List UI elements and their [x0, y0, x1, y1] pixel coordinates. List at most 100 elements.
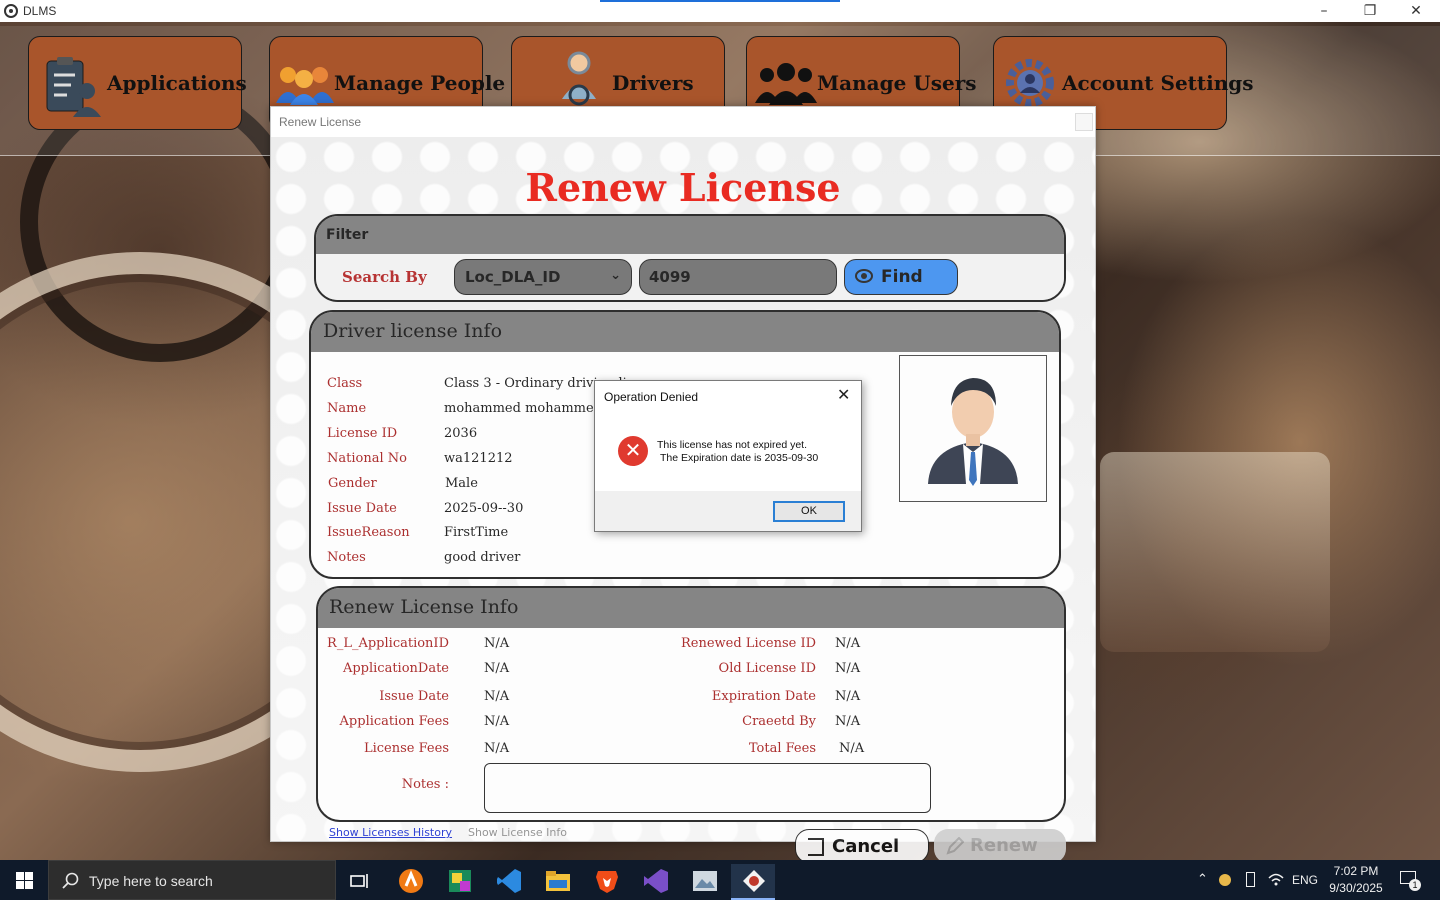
gear-icon — [1006, 59, 1054, 107]
messagebox-message-line2: The Expiration date is 2035-09-30 — [660, 452, 819, 464]
show-license-info-link[interactable]: Show License Info — [468, 826, 567, 839]
window-titlebar: DLMS – ❐ ✕ — [0, 0, 1440, 22]
visual-studio-icon — [644, 869, 668, 893]
ok-button[interactable]: OK — [773, 501, 845, 522]
image-viewer-icon — [693, 871, 717, 891]
cancel-button[interactable]: Cancel — [795, 829, 929, 860]
messagebox-close-icon[interactable]: ✕ — [837, 385, 850, 404]
notes-value: good driver — [444, 550, 521, 565]
issue-date-value: 2025-09--30 — [444, 501, 524, 516]
nav-manage-users-label: Manage Users — [817, 71, 977, 95]
messagebox-message-line1: This license has not expired yet. — [657, 439, 807, 451]
nav-manage-people-label: Manage People — [334, 71, 506, 95]
taskbar-app-dlms[interactable] — [731, 864, 775, 900]
search-icon — [62, 872, 79, 889]
messagebox-title: Operation Denied — [604, 390, 699, 404]
application-fees-label: Application Fees — [339, 714, 449, 729]
driver-photo — [899, 355, 1047, 502]
search-by-label: Search By — [342, 268, 427, 286]
error-icon: ✕ — [618, 436, 648, 466]
tray-language[interactable]: ENG — [1292, 860, 1320, 900]
background-radio — [1100, 452, 1330, 652]
chevron-up-icon: ⌃ — [1197, 871, 1208, 886]
application-date-label: ApplicationDate — [342, 661, 449, 676]
notification-center-button[interactable]: 1 — [1396, 860, 1426, 900]
renew-button[interactable]: Renew — [934, 829, 1066, 860]
weather-icon — [1219, 874, 1231, 886]
taskbar: Type here to search ⌃ ENG 7:02 PM 9/30/2… — [0, 860, 1440, 900]
renew-notes-textarea[interactable] — [484, 763, 931, 813]
taskbar-app-avast[interactable] — [388, 864, 432, 900]
clock-time: 7:02 PM — [1333, 864, 1379, 878]
taskbar-app-photo[interactable] — [437, 864, 481, 900]
license-id-label: License ID — [327, 426, 398, 441]
class-label: Class — [327, 376, 363, 391]
tray-power[interactable] — [1242, 860, 1260, 900]
expiration-date-label: Expiration Date — [711, 689, 816, 704]
filter-panel: Filter Search By Loc_DLA_ID ⌄ 4099 Find — [314, 214, 1066, 302]
search-by-value: Loc_DLA_ID — [465, 268, 561, 286]
exit-icon — [808, 838, 824, 856]
tray-network[interactable] — [1266, 860, 1286, 900]
find-button[interactable]: Find — [844, 259, 958, 295]
renew-notes-label: Notes : — [401, 777, 449, 792]
notification-badge: 1 — [1409, 879, 1421, 891]
renew-issue-date-label: Issue Date — [379, 689, 449, 704]
cancel-button-label: Cancel — [832, 836, 900, 857]
minimize-button[interactable]: – — [1301, 0, 1347, 22]
taskbar-app-file-explorer[interactable] — [535, 864, 579, 900]
avast-icon — [399, 869, 423, 893]
renewed-license-id-value: N/A — [835, 636, 861, 651]
taskbar-search-box[interactable]: Type here to search — [48, 860, 336, 900]
person-avatar-icon — [928, 378, 1018, 486]
vscode-icon — [497, 869, 521, 893]
clock-date: 9/30/2025 — [1329, 881, 1383, 895]
find-button-label: Find — [881, 267, 923, 287]
tray-clock[interactable]: 7:02 PM 9/30/2025 — [1326, 860, 1386, 900]
folder-icon — [546, 871, 570, 891]
app-logo-icon — [4, 4, 18, 18]
driver-license-info-title: Driver license Info — [311, 312, 1059, 352]
restore-button[interactable]: ❐ — [1347, 0, 1393, 22]
start-button[interactable] — [0, 860, 48, 900]
eye-icon — [855, 269, 873, 283]
show-hidden-icons-button[interactable]: ⌃ — [1195, 860, 1211, 900]
application-fees-value: N/A — [484, 714, 510, 729]
language-indicator: ENG — [1292, 873, 1319, 887]
old-license-id-value: N/A — [835, 661, 861, 676]
renew-issue-date-value: N/A — [484, 689, 510, 704]
window-title: DLMS — [23, 4, 57, 18]
taskbar-app-vscode[interactable] — [486, 864, 530, 900]
show-licenses-history-link[interactable]: Show Licenses History — [329, 826, 452, 839]
issue-reason-label: IssueReason — [327, 525, 410, 540]
people-group-icon — [276, 67, 334, 105]
license-id-value: 2036 — [444, 426, 478, 441]
main-window: DLMS – ❐ ✕ Applications Manage People Dr… — [0, 0, 1440, 860]
created-by-label: Craeetd By — [742, 714, 816, 729]
taskbar-app-image-viewer[interactable] — [682, 864, 726, 900]
renew-button-label: Renew — [970, 835, 1038, 856]
nav-account-settings-label: Account Settings — [1062, 71, 1254, 95]
battery-icon — [1246, 872, 1255, 887]
dialog-close-button[interactable] — [1075, 113, 1093, 131]
taskbar-app-brave[interactable] — [584, 864, 628, 900]
notes-label: Notes — [327, 550, 366, 565]
gender-value: Male — [445, 476, 478, 491]
issue-date-label: Issue Date — [327, 501, 397, 516]
national-no-label: National No — [327, 451, 407, 466]
search-input[interactable]: 4099 — [639, 259, 837, 295]
task-view-button[interactable] — [338, 864, 382, 900]
dlms-app-icon — [743, 870, 765, 892]
search-by-select[interactable]: Loc_DLA_ID ⌄ — [454, 259, 632, 295]
created-by-value: N/A — [835, 714, 861, 729]
nav-applications-label: Applications — [107, 71, 247, 95]
form-heading: Renew License — [525, 165, 841, 210]
pencil-icon — [946, 837, 964, 855]
close-button[interactable]: ✕ — [1393, 0, 1439, 22]
tray-weather[interactable] — [1217, 860, 1235, 900]
chevron-down-icon: ⌄ — [610, 268, 621, 283]
dialog-titlebar: Renew License — [271, 107, 1095, 137]
license-fees-value: N/A — [484, 741, 510, 756]
taskbar-app-visual-studio[interactable] — [633, 864, 677, 900]
nav-applications-button[interactable]: Applications — [28, 36, 247, 130]
